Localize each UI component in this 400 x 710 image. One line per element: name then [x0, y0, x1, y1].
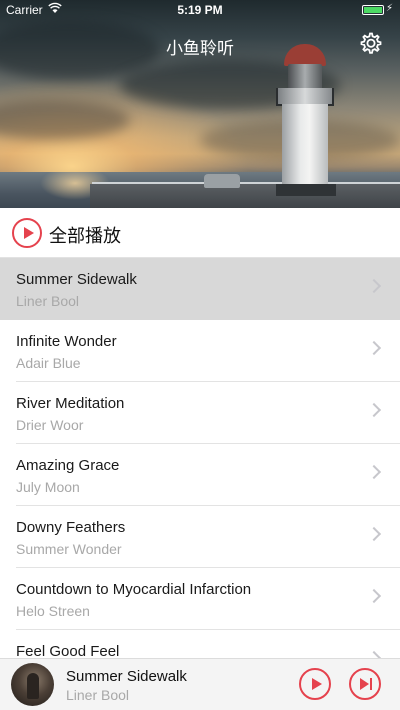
- list-item[interactable]: Downy Feathers Summer Wonder: [0, 506, 400, 568]
- list-item[interactable]: Summer Sidewalk Liner Bool: [0, 258, 400, 320]
- app-title: 小鱼聆听: [166, 39, 234, 59]
- gear-icon[interactable]: [358, 30, 384, 56]
- song-artist: Adair Blue: [16, 355, 81, 371]
- chevron-right-icon: [366, 588, 382, 604]
- play-circle-icon[interactable]: [12, 218, 42, 248]
- list-item[interactable]: Countdown to Myocardial Infarction Helo …: [0, 568, 400, 630]
- play-button[interactable]: [299, 668, 331, 700]
- song-title: Countdown to Myocardial Infarction: [16, 581, 252, 598]
- status-bar: Carrier 5:19 PM ⚡: [0, 0, 400, 20]
- chevron-right-icon: [366, 278, 382, 294]
- charging-icon: ⚡: [386, 3, 394, 14]
- now-playing-artist: Liner Bool: [66, 687, 130, 703]
- list-item[interactable]: Infinite Wonder Adair Blue: [0, 320, 400, 382]
- song-title: Amazing Grace: [16, 457, 120, 474]
- list-item[interactable]: River Meditation Drier Woor: [0, 382, 400, 444]
- now-playing-title: Summer Sidewalk: [66, 668, 187, 685]
- song-title: Summer Sidewalk: [16, 271, 137, 288]
- album-cover[interactable]: [11, 663, 54, 706]
- battery-icon: [362, 5, 384, 15]
- chevron-right-icon: [366, 340, 382, 356]
- list-item[interactable]: Amazing Grace July Moon: [0, 444, 400, 506]
- header-background-image: [0, 0, 400, 208]
- chevron-right-icon: [366, 402, 382, 418]
- song-title: Feel Good Feel: [16, 643, 120, 658]
- now-playing-bar[interactable]: Summer Sidewalk Liner Bool: [0, 658, 400, 710]
- song-title: Downy Feathers: [16, 519, 126, 536]
- list-item[interactable]: Feel Good Feel: [0, 630, 400, 658]
- next-track-button[interactable]: [349, 668, 381, 700]
- song-artist: Summer Wonder: [16, 541, 122, 557]
- chevron-right-icon: [366, 464, 382, 480]
- chevron-right-icon: [366, 526, 382, 542]
- song-artist: Drier Woor: [16, 417, 84, 433]
- clock: 5:19 PM: [177, 3, 223, 17]
- song-artist: Liner Bool: [16, 293, 80, 309]
- song-artist: July Moon: [16, 479, 80, 495]
- song-title: Infinite Wonder: [16, 333, 117, 350]
- next-icon: [360, 678, 369, 690]
- play-all-row[interactable]: 全部播放: [0, 208, 400, 258]
- chevron-right-icon: [366, 650, 382, 658]
- song-list[interactable]: Summer Sidewalk Liner Bool Infinite Wond…: [0, 258, 400, 658]
- play-all-label: 全部播放: [49, 226, 121, 247]
- song-artist: Helo Streen: [16, 603, 90, 619]
- song-title: River Meditation: [16, 395, 125, 412]
